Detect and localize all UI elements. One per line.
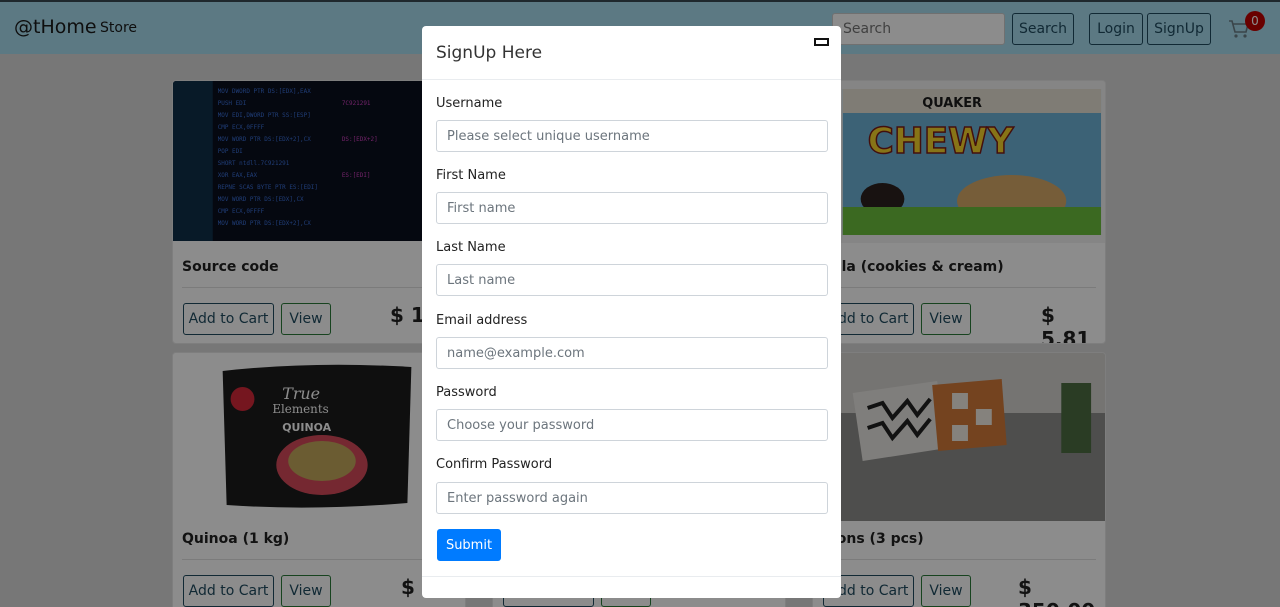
last-name-label: Last Name bbox=[436, 240, 506, 255]
modal-header: SignUp Here bbox=[422, 26, 841, 80]
modal-footer-divider bbox=[422, 576, 841, 577]
password-label: Password bbox=[436, 385, 497, 400]
password-input[interactable] bbox=[436, 409, 828, 441]
confirm-password-label: Confirm Password bbox=[436, 457, 553, 472]
modal-title: SignUp Here bbox=[436, 43, 543, 63]
username-input[interactable] bbox=[436, 120, 828, 152]
email-input[interactable] bbox=[436, 337, 828, 369]
confirm-password-input[interactable] bbox=[436, 482, 828, 514]
username-label: Username bbox=[436, 96, 503, 111]
signup-modal: SignUp Here Username First Name Last Nam… bbox=[422, 26, 841, 598]
close-icon[interactable] bbox=[814, 38, 829, 46]
email-label: Email address bbox=[436, 313, 528, 328]
submit-button[interactable]: Submit bbox=[437, 529, 501, 561]
first-name-label: First Name bbox=[436, 168, 506, 183]
first-name-input[interactable] bbox=[436, 192, 828, 224]
last-name-input[interactable] bbox=[436, 264, 828, 296]
